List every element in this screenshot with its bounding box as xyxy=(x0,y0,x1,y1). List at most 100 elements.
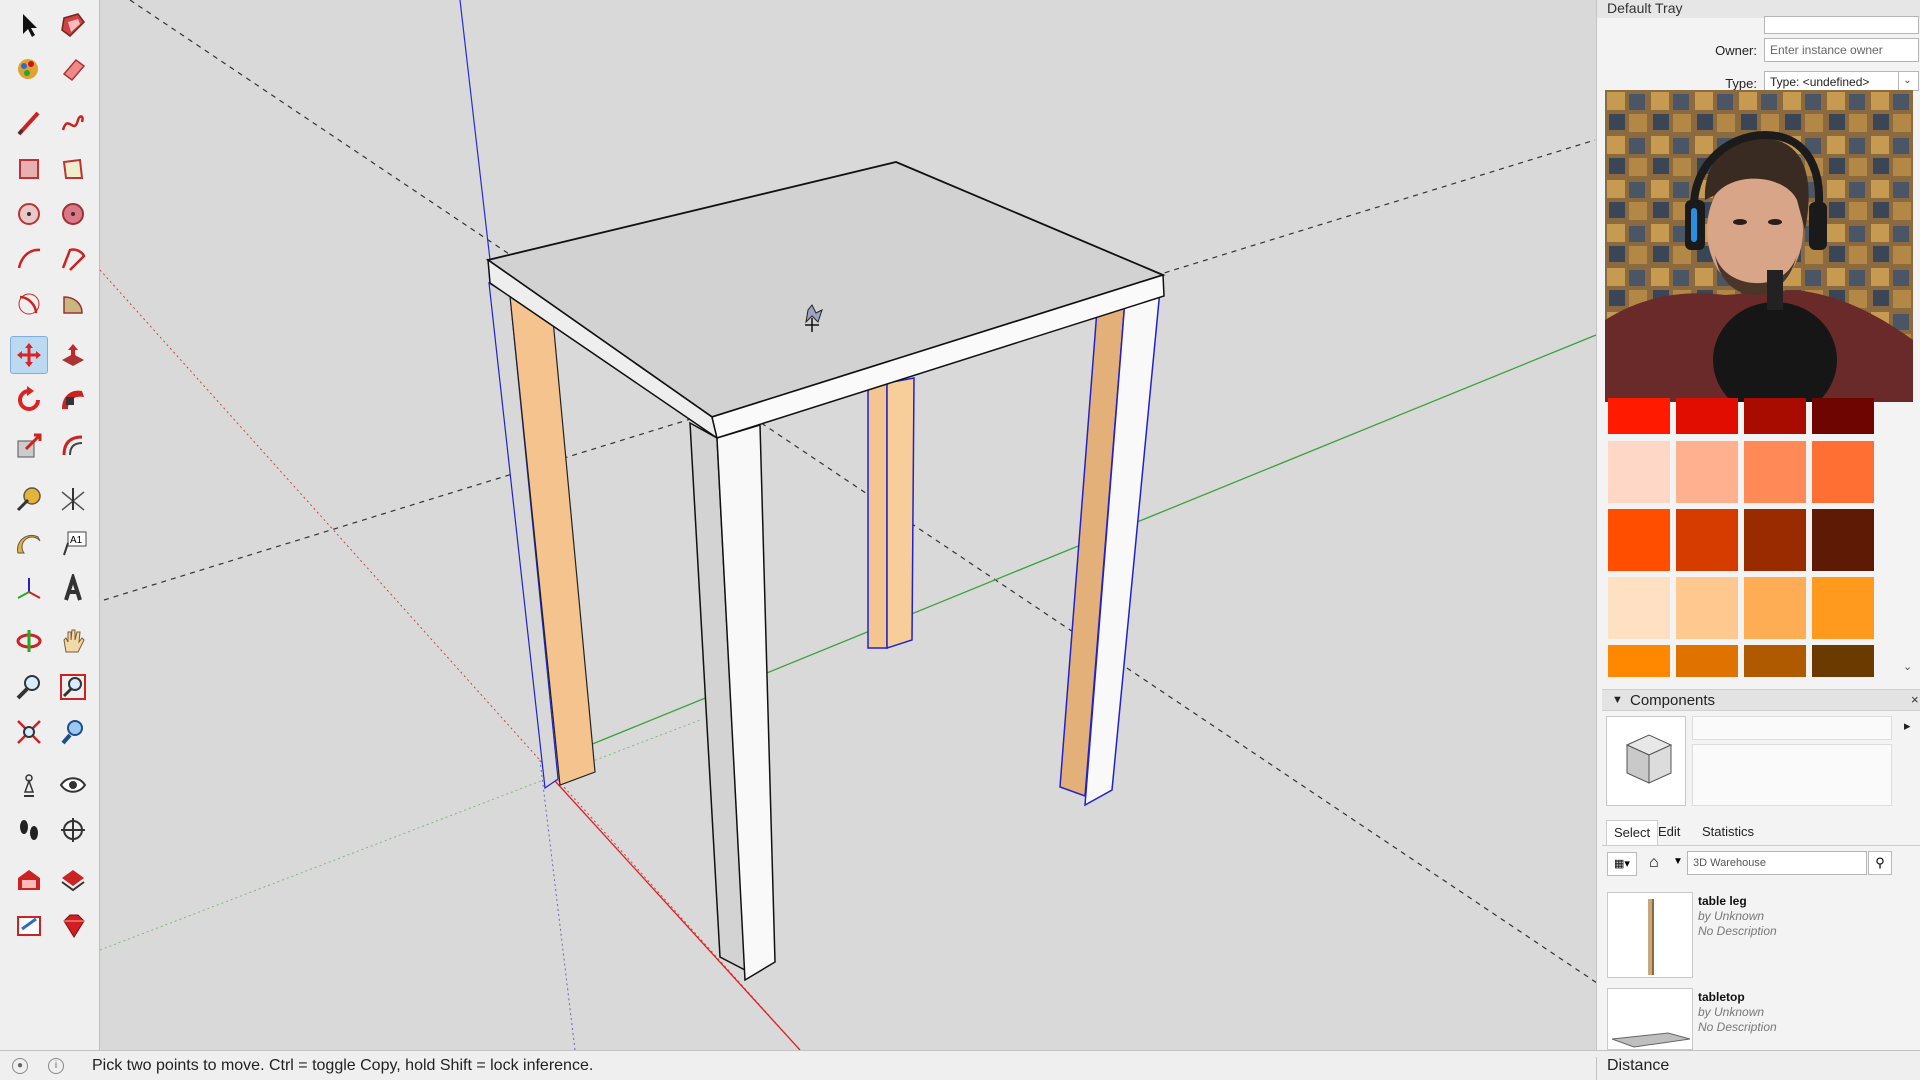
make-component-icon[interactable] xyxy=(54,6,92,44)
color-swatch[interactable] xyxy=(1676,509,1738,571)
color-swatch[interactable] xyxy=(1744,645,1806,677)
look-around-icon[interactable] xyxy=(54,766,92,804)
model-viewport[interactable] xyxy=(100,0,1596,1050)
color-swatch[interactable] xyxy=(1676,645,1738,677)
geo-location-icon[interactable]: ● xyxy=(12,1058,28,1074)
color-swatch[interactable] xyxy=(1608,441,1670,503)
svg-text:A1: A1 xyxy=(70,535,83,546)
color-swatch[interactable] xyxy=(1812,441,1874,503)
back-leg-side[interactable] xyxy=(886,377,915,650)
arc-tool-icon[interactable] xyxy=(10,240,48,278)
tabletop-top-face[interactable] xyxy=(485,161,1166,418)
type-select[interactable]: Type: <undefined> xyxy=(1764,71,1919,91)
components-panel-header[interactable]: ▼ Components xyxy=(1602,689,1920,711)
color-swatch[interactable] xyxy=(1812,645,1874,677)
polygon-tool-icon[interactable] xyxy=(54,195,92,233)
text-tool-icon[interactable]: A1 xyxy=(54,525,92,563)
color-swatch[interactable] xyxy=(1676,441,1738,503)
chevron-down-icon[interactable]: ▼ xyxy=(1673,856,1683,867)
protractor-icon[interactable] xyxy=(10,525,48,563)
close-icon[interactable]: × xyxy=(1911,692,1919,707)
sketchup-window: A1 Default Tray Owner: Enter instance ow… xyxy=(0,0,1920,1080)
select-tool-icon[interactable] xyxy=(10,6,48,44)
freehand-icon[interactable] xyxy=(54,104,92,142)
zoom-extents-icon[interactable] xyxy=(10,713,48,751)
guide-line xyxy=(129,0,1596,984)
ruby-gem-icon[interactable] xyxy=(54,907,92,945)
color-swatch[interactable] xyxy=(1812,577,1874,639)
tab-statistics[interactable]: Statistics xyxy=(1695,820,1761,846)
back-leg-face[interactable] xyxy=(867,381,888,649)
color-swatch[interactable] xyxy=(1608,577,1670,639)
owner-field[interactable]: Enter instance owner xyxy=(1764,38,1919,62)
rectangle-tool-icon[interactable] xyxy=(10,150,48,188)
view-options-icon[interactable]: ▦▾ xyxy=(1607,852,1637,876)
color-swatch[interactable] xyxy=(1676,398,1738,434)
warehouse-icon[interactable] xyxy=(10,862,48,900)
position-camera-icon[interactable] xyxy=(10,766,48,804)
two-point-arc-icon[interactable] xyxy=(54,240,92,278)
rotate-tool-icon[interactable] xyxy=(10,381,48,419)
follow-me-icon[interactable] xyxy=(54,381,92,419)
color-swatch[interactable] xyxy=(1744,577,1806,639)
info-icon[interactable]: i xyxy=(48,1058,64,1074)
color-swatch[interactable] xyxy=(1608,398,1670,434)
zoom-window-icon[interactable] xyxy=(54,668,92,706)
extension-warehouse-icon[interactable] xyxy=(10,907,48,945)
paint-bucket-icon[interactable] xyxy=(10,50,48,88)
share-component-icon[interactable] xyxy=(54,862,92,900)
blue-axis xyxy=(459,0,491,261)
type-label: Type: xyxy=(1725,76,1757,91)
walk-icon[interactable] xyxy=(10,811,48,849)
component-name[interactable]: tabletop xyxy=(1698,990,1745,1004)
axes-tool-icon[interactable] xyxy=(10,570,48,608)
offset-tool-icon[interactable] xyxy=(54,427,92,465)
component-thumbnail[interactable] xyxy=(1607,988,1693,1050)
color-swatch[interactable] xyxy=(1608,645,1670,677)
component-thumbnail[interactable] xyxy=(1607,892,1693,978)
section-plane-icon[interactable] xyxy=(54,811,92,849)
circle-tool-icon[interactable] xyxy=(10,195,48,233)
orbit-icon[interactable] xyxy=(10,622,48,660)
rotated-rectangle-icon[interactable] xyxy=(54,150,92,188)
3d-model-scene[interactable] xyxy=(100,0,1596,1050)
component-description: No Description xyxy=(1698,924,1777,938)
chevron-down-icon[interactable]: ⌄ xyxy=(1903,660,1912,673)
warehouse-search-input[interactable]: 3D Warehouse xyxy=(1687,851,1867,875)
component-author: by Unknown xyxy=(1698,1005,1765,1019)
name-field[interactable] xyxy=(1764,16,1919,34)
color-swatch[interactable] xyxy=(1744,509,1806,571)
collapse-triangle-icon[interactable]: ▼ xyxy=(1612,690,1623,711)
tabletop-thumbnail xyxy=(1611,1032,1691,1048)
status-message: Pick two points to move. Ctrl = toggle C… xyxy=(92,1057,594,1074)
color-swatch[interactable] xyxy=(1608,509,1670,571)
details-arrow-icon[interactable]: ▸ xyxy=(1904,718,1911,734)
line-tool-icon[interactable] xyxy=(10,104,48,142)
scale-tool-icon[interactable] xyxy=(10,427,48,465)
chevron-down-icon[interactable]: ⌄ xyxy=(1898,71,1916,91)
color-swatch[interactable] xyxy=(1744,441,1806,503)
push-pull-icon[interactable] xyxy=(54,336,92,374)
component-name[interactable]: table leg xyxy=(1698,894,1747,908)
component-description-field[interactable] xyxy=(1692,744,1892,806)
color-swatch[interactable] xyxy=(1676,577,1738,639)
3d-text-icon[interactable] xyxy=(54,570,92,608)
tape-measure-icon[interactable] xyxy=(10,480,48,518)
zoom-icon[interactable] xyxy=(10,668,48,706)
move-tool[interactable] xyxy=(10,336,48,374)
move-icon xyxy=(17,343,41,367)
three-point-arc-icon[interactable] xyxy=(10,285,48,323)
previous-view-icon[interactable] xyxy=(54,713,92,751)
home-icon[interactable]: ⌂ xyxy=(1649,852,1671,876)
dimension-tool-icon[interactable] xyxy=(54,480,92,518)
component-name-field[interactable] xyxy=(1692,716,1892,740)
color-swatch[interactable] xyxy=(1812,509,1874,571)
pie-tool-icon[interactable] xyxy=(54,285,92,323)
pan-hand-icon[interactable] xyxy=(54,622,92,660)
color-swatch[interactable] xyxy=(1744,398,1806,434)
eraser-icon[interactable] xyxy=(54,50,92,88)
owner-label: Owner: xyxy=(1715,43,1757,58)
search-icon[interactable]: ⚲ xyxy=(1868,851,1892,875)
color-swatch[interactable] xyxy=(1812,398,1874,434)
tab-edit[interactable]: Edit xyxy=(1651,820,1687,846)
